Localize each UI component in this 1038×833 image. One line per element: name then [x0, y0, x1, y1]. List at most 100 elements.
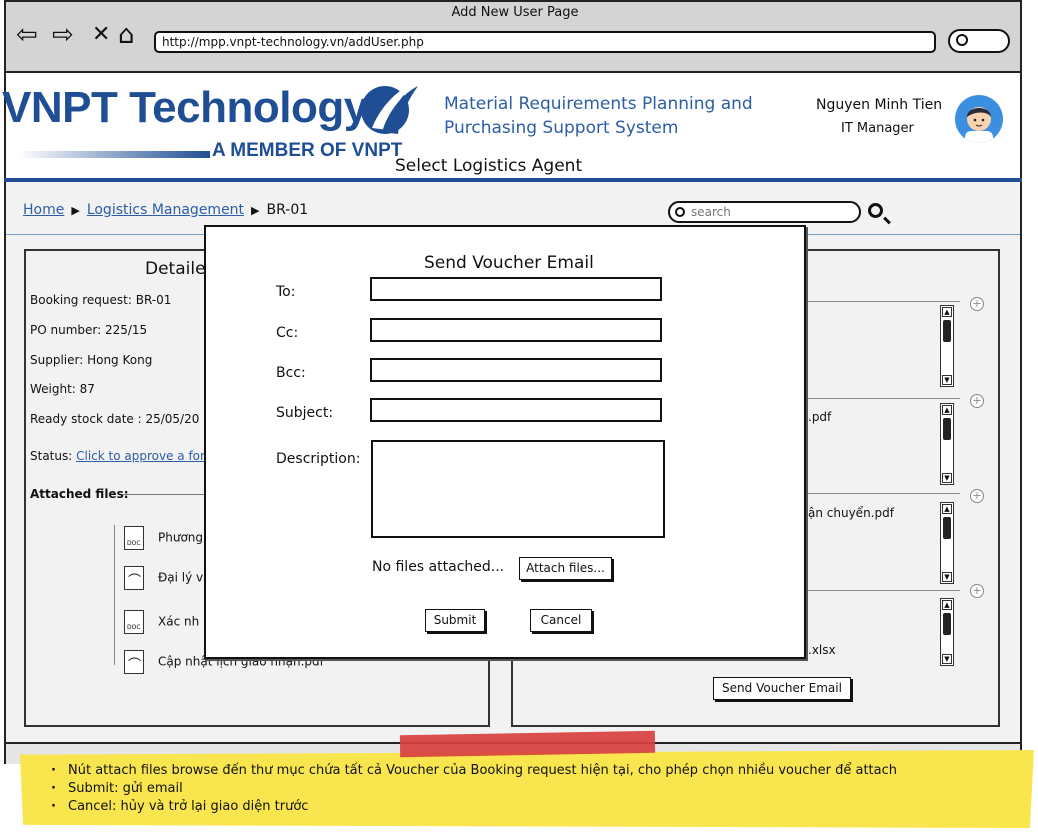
- scroll-up-icon[interactable]: ▲: [942, 600, 952, 610]
- logo-icon: [361, 82, 418, 134]
- scrollbar[interactable]: ▲ ▼: [940, 403, 954, 485]
- scroll-thumb[interactable]: [943, 418, 951, 440]
- details-title: Detaile: [145, 259, 206, 279]
- breadcrumb-current: BR-01: [266, 202, 309, 218]
- logo-tagline: A MEMBER OF VNPT: [212, 140, 403, 161]
- group-divider: [805, 493, 960, 494]
- annotation-note: Nút attach files browse đến thư mục chứa…: [20, 750, 1034, 828]
- voucher-file[interactable]: .pdf: [808, 410, 831, 424]
- note-item: Nút attach files browse đến thư mục chứa…: [51, 762, 1034, 780]
- breadcrumb: Home ▶ Logistics Management ▶ BR-01: [23, 202, 308, 218]
- scroll-down-icon[interactable]: ▼: [942, 654, 952, 664]
- bcc-label: Bcc:: [276, 365, 306, 381]
- no-files-text: No files attached...: [372, 559, 505, 575]
- add-icon[interactable]: +: [970, 489, 984, 503]
- submit-button[interactable]: Submit: [425, 609, 485, 632]
- pdf-file-icon: [124, 650, 144, 674]
- window-title: Add New User Page: [451, 5, 579, 20]
- cancel-button[interactable]: Cancel: [530, 609, 592, 632]
- status-row: Status: Click to approve a for: [30, 449, 205, 463]
- scroll-thumb[interactable]: [943, 613, 951, 635]
- scroll-up-icon[interactable]: ▲: [942, 504, 952, 514]
- note-list: Nút attach files browse đến thư mục chứa…: [20, 750, 1034, 816]
- user-role: IT Manager: [841, 121, 914, 136]
- breadcrumb-arrow-icon: ▶: [71, 204, 80, 217]
- scroll-down-icon[interactable]: ▼: [942, 572, 952, 582]
- scrollbar[interactable]: ▲ ▼: [940, 598, 954, 666]
- user-avatar-icon: [965, 107, 993, 143]
- tape-decoration: [399, 730, 656, 758]
- breadcrumb-home[interactable]: Home: [23, 202, 64, 218]
- search-icon[interactable]: [868, 203, 883, 218]
- scroll-up-icon[interactable]: ▲: [942, 405, 952, 415]
- avatar[interactable]: [955, 95, 1003, 143]
- file-item[interactable]: Xác nh: [124, 610, 199, 634]
- to-field[interactable]: [370, 277, 662, 301]
- system-title-line-2: Purchasing Support System: [444, 118, 679, 138]
- description-label: Description:: [276, 451, 361, 467]
- close-icon[interactable]: ✕: [92, 22, 110, 48]
- logo-underline: [18, 151, 210, 158]
- attached-files-label: Attached files:: [30, 487, 129, 501]
- supplier: Supplier: Hong Kong: [30, 353, 153, 367]
- forward-icon[interactable]: ⇨: [52, 22, 74, 48]
- group-divider: [805, 301, 960, 302]
- note-item: Cancel: hủy và trở lại giao diện trước: [51, 798, 1034, 816]
- doc-file-icon: [124, 526, 144, 550]
- breadcrumb-arrow-icon: ▶: [251, 204, 260, 217]
- description-textarea[interactable]: [371, 440, 665, 538]
- logo-text: VNPT Technology: [2, 83, 368, 132]
- scroll-down-icon[interactable]: ▼: [942, 473, 952, 483]
- attach-files-button[interactable]: Attach files...: [519, 557, 612, 580]
- file-name: Đại lý v: [158, 570, 204, 585]
- scroll-down-icon[interactable]: ▼: [942, 375, 952, 385]
- file-name: Xác nh: [158, 614, 200, 629]
- system-title-line-1: Material Requirements Planning and: [444, 94, 753, 114]
- scroll-up-icon[interactable]: ▲: [942, 307, 952, 317]
- cc-field[interactable]: [370, 318, 662, 342]
- note-item: Submit: gửi email: [51, 780, 1034, 798]
- doc-file-icon: [124, 610, 144, 634]
- home-icon[interactable]: ⌂: [118, 22, 135, 48]
- file-name: Phương: [158, 530, 204, 545]
- user-name: Nguyen Minh Tien: [816, 97, 943, 113]
- voucher-file[interactable]: .xlsx: [808, 643, 836, 657]
- send-voucher-email-button[interactable]: Send Voucher Email: [713, 677, 851, 700]
- subject-label: Subject:: [276, 405, 334, 421]
- po-number: PO number: 225/15: [30, 323, 148, 337]
- scroll-thumb[interactable]: [943, 320, 951, 342]
- cc-label: Cc:: [276, 325, 299, 341]
- scrollbar[interactable]: ▲ ▼: [940, 502, 954, 584]
- scrollbar[interactable]: ▲ ▼: [940, 305, 954, 387]
- status-label: Status:: [30, 449, 73, 463]
- page-heading: Select Logistics Agent: [395, 156, 583, 176]
- to-label: To:: [276, 284, 296, 300]
- voucher-file[interactable]: ận chuyển.pdf: [808, 506, 894, 520]
- add-icon[interactable]: +: [970, 394, 984, 408]
- pdf-file-icon: [124, 566, 144, 590]
- add-icon[interactable]: +: [970, 584, 984, 598]
- search-icon: [956, 34, 968, 46]
- add-icon[interactable]: +: [970, 297, 984, 311]
- search-input[interactable]: search: [668, 201, 861, 223]
- url-bar[interactable]: http://mpp.vnpt-technology.vn/addUser.ph…: [154, 31, 936, 53]
- ready-stock-date: Ready stock date : 25/05/20: [30, 412, 200, 426]
- file-item[interactable]: Phương: [124, 526, 203, 550]
- dialog-title: Send Voucher Email: [424, 253, 594, 273]
- file-item[interactable]: Đại lý v: [124, 566, 203, 590]
- search-field-icon: [675, 207, 685, 217]
- back-icon[interactable]: ⇦: [16, 22, 38, 48]
- scroll-thumb[interactable]: [943, 517, 951, 539]
- subject-field[interactable]: [370, 398, 662, 422]
- status-link[interactable]: Click to approve a for: [76, 449, 205, 463]
- file-tree-line: [114, 525, 115, 665]
- booking-request: Booking request: BR-01: [30, 293, 172, 307]
- system-title: Material Requirements Planning and Purch…: [444, 92, 753, 140]
- breadcrumb-logistics[interactable]: Logistics Management: [87, 202, 244, 218]
- group-divider: [805, 590, 960, 591]
- browser-search-field[interactable]: [948, 29, 1010, 53]
- weight: Weight: 87: [30, 382, 95, 396]
- bcc-field[interactable]: [370, 358, 662, 382]
- group-divider: [805, 398, 960, 399]
- attached-divider: [122, 494, 212, 495]
